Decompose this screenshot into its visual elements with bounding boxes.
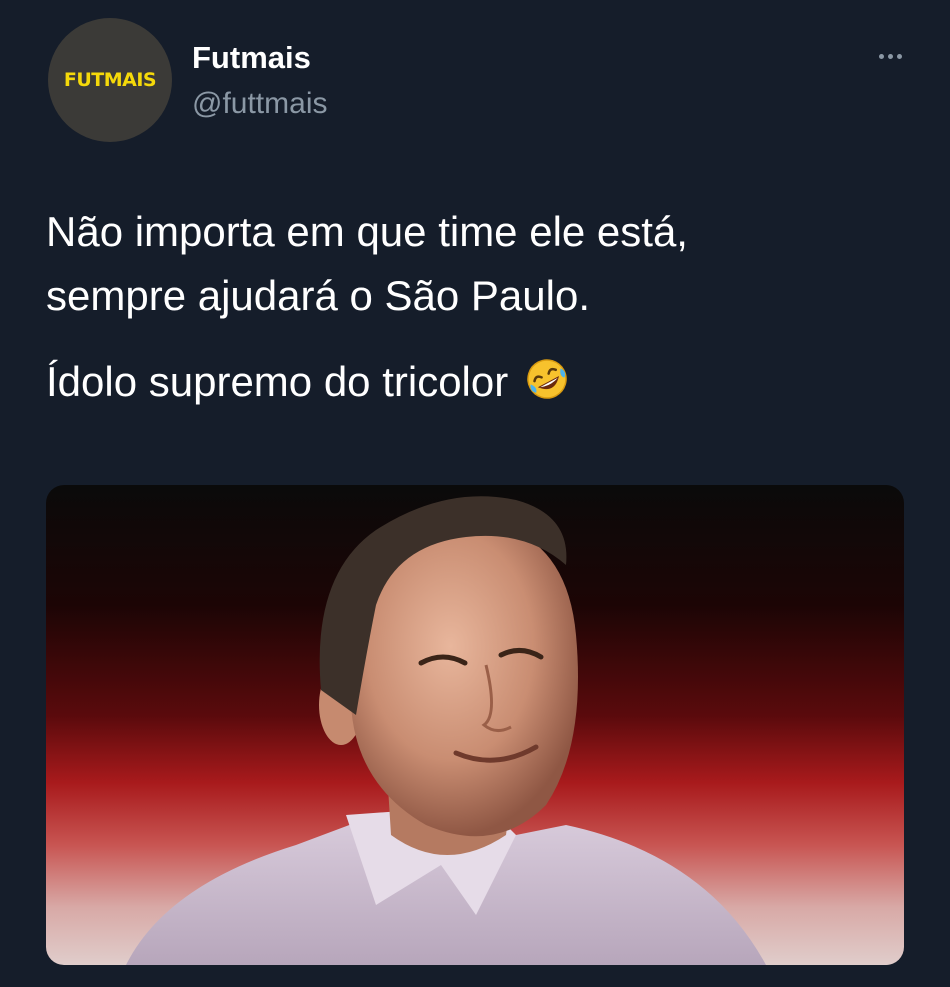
author-handle[interactable]: @futtmais — [192, 84, 327, 124]
avatar[interactable]: FUTMAIS — [48, 18, 172, 142]
author-display-name[interactable]: Futmais — [192, 38, 311, 78]
tweet-text-line: Não importa em que time ele está, — [46, 208, 688, 255]
more-horizontal-icon-dot — [887, 53, 893, 59]
tweet-text-line-3: Ídolo supremo do tricolor — [46, 350, 906, 414]
more-options-button[interactable] — [866, 38, 914, 74]
tweet-photo-illustration — [126, 496, 766, 965]
tweet-photo[interactable] — [46, 485, 904, 965]
tweet-card: FUTMAIS Futmais @futtmais Não importa em… — [0, 0, 950, 987]
tweet-text: Não importa em que time ele está, sempre… — [46, 200, 906, 414]
more-horizontal-icon-dot — [896, 53, 902, 59]
rolling-on-floor-laughing-emoji-icon — [527, 359, 567, 399]
avatar-logo-text: FUTMAIS — [63, 69, 157, 91]
more-horizontal-icon — [878, 53, 884, 59]
tweet-text-line: sempre ajudará o São Paulo. — [46, 272, 591, 319]
tweet-text-line: Ídolo supremo do tricolor — [46, 358, 509, 405]
